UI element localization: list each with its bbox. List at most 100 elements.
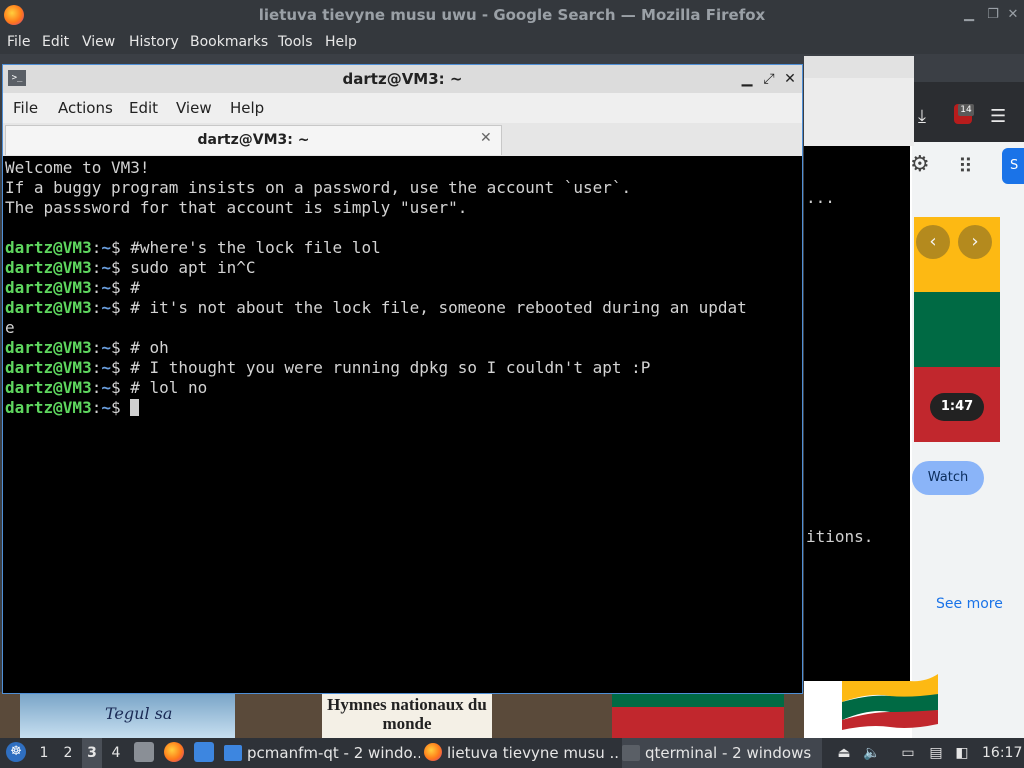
- image-thumbnail-text: Tegul sa: [105, 704, 173, 723]
- background-terminal-text: ...: [806, 188, 835, 207]
- desktop-1[interactable]: 1: [34, 738, 54, 768]
- menu-view[interactable]: View: [176, 93, 212, 123]
- prompt-symbol: $: [110, 238, 131, 257]
- desktop-2[interactable]: 2: [58, 738, 78, 768]
- command-text: # it's not about the lock file, someone …: [130, 298, 747, 317]
- background-terminal-titlebar[interactable]: [804, 56, 914, 78]
- prompt-separator: :: [91, 278, 102, 297]
- prompt-separator: :: [91, 338, 102, 357]
- prompt-path: ~: [101, 378, 111, 397]
- command-text: sudo apt in^C: [130, 258, 256, 277]
- chevron-right-icon[interactable]: ›: [958, 225, 992, 259]
- task-label: pcmanfm-qt - 2 windo...: [247, 744, 420, 762]
- firefox-launcher-icon[interactable]: [164, 742, 184, 762]
- terminal-line: dartz@VM3:~$ # I thought you were runnin…: [5, 358, 800, 378]
- tab-close-icon[interactable]: ✕: [480, 130, 492, 146]
- terminal-line: dartz@VM3:~$ # it's not about the lock f…: [5, 298, 800, 318]
- prompt-separator: :: [91, 298, 102, 317]
- prompt-separator: :: [91, 398, 102, 417]
- terminal-line: dartz@VM3:~$ # lol no: [5, 378, 800, 398]
- prompt-symbol: $: [110, 398, 131, 417]
- restore-icon[interactable]: ❐: [984, 6, 1002, 24]
- file-manager-launcher-icon[interactable]: [134, 742, 154, 762]
- terminal-line: dartz@VM3:~$ #: [5, 278, 800, 298]
- menu-actions[interactable]: Actions: [58, 93, 113, 123]
- terminal-line: dartz@VM3:~$ #where's the lock file lol: [5, 238, 800, 258]
- terminal-line: Welcome to VM3!: [5, 158, 800, 178]
- terminal-lines: Welcome to VM3! If a buggy program insist…: [5, 158, 800, 418]
- close-icon[interactable]: ✕: [1004, 6, 1022, 24]
- menu-help[interactable]: Help: [230, 93, 264, 123]
- task-label: qterminal - 2 windows: [645, 744, 812, 762]
- desktop-4[interactable]: 4: [106, 738, 126, 768]
- prompt-user: dartz@VM3: [5, 298, 92, 317]
- prompt-path: ~: [101, 298, 111, 317]
- watch-button[interactable]: Watch: [912, 461, 984, 495]
- menu-bookmarks[interactable]: Bookmarks: [190, 30, 268, 54]
- prompt-user: dartz@VM3: [5, 238, 92, 257]
- prompt-symbol: $: [110, 338, 131, 357]
- terminal-line: dartz@VM3:~$ sudo apt in^C: [5, 258, 800, 278]
- task-pcmanfm[interactable]: pcmanfm-qt - 2 windo...: [224, 738, 420, 768]
- prompt-symbol: $: [110, 358, 131, 377]
- prompt-user: dartz@VM3: [5, 258, 92, 277]
- ublock-count-badge: 14: [958, 104, 974, 116]
- firefox-window-title: lietuva tievyne musu uwu - Google Search…: [258, 6, 766, 24]
- terminal-menubar: [3, 93, 802, 123]
- image-thumbnail[interactable]: [612, 694, 784, 738]
- gear-icon[interactable]: ⚙: [910, 152, 930, 177]
- show-desktop-icon[interactable]: [194, 742, 214, 762]
- command-text: # oh: [130, 338, 169, 357]
- minimize-icon[interactable]: ▁: [738, 69, 756, 89]
- prompt-user: dartz@VM3: [5, 338, 92, 357]
- folder-icon: [224, 745, 242, 761]
- start-menu-icon[interactable]: ☸: [6, 742, 26, 762]
- tab-label: dartz@VM3: ~: [197, 132, 310, 148]
- task-qterminal[interactable]: qterminal - 2 windows: [622, 738, 822, 768]
- display-icon[interactable]: ▭: [898, 743, 918, 763]
- desktop-3[interactable]: 3: [82, 738, 102, 768]
- apps-grid-icon[interactable]: ⠿: [958, 154, 974, 178]
- terminal-line: dartz@VM3:~$ # oh: [5, 338, 800, 358]
- sign-in-button[interactable]: S: [1002, 148, 1024, 184]
- clipboard-icon[interactable]: ▤: [926, 743, 946, 763]
- prompt-symbol: $: [110, 278, 131, 297]
- output-text: e: [5, 318, 15, 337]
- eject-icon[interactable]: ⏏: [834, 743, 854, 763]
- menu-edit[interactable]: Edit: [129, 93, 158, 123]
- command-text: #where's the lock file lol: [130, 238, 381, 257]
- prompt-path: ~: [101, 278, 111, 297]
- prompt-user: dartz@VM3: [5, 358, 92, 377]
- menu-help[interactable]: Help: [325, 30, 357, 54]
- prompt-path: ~: [101, 258, 111, 277]
- see-more-link[interactable]: See more: [936, 596, 1003, 612]
- maximize-icon[interactable]: ⤢: [760, 69, 778, 89]
- output-text: The passsword for that account is simply…: [5, 198, 468, 217]
- task-label: lietuva tievyne musu ...: [447, 744, 620, 762]
- menu-file[interactable]: File: [7, 30, 30, 54]
- task-firefox[interactable]: lietuva tievyne musu ...: [424, 738, 620, 768]
- hamburger-menu-icon[interactable]: ☰: [990, 106, 1006, 127]
- menu-tools[interactable]: Tools: [278, 30, 313, 54]
- chevron-left-icon[interactable]: ‹: [916, 225, 950, 259]
- prompt-user: dartz@VM3: [5, 378, 92, 397]
- prompt-user: dartz@VM3: [5, 278, 92, 297]
- clock[interactable]: 16:17: [982, 738, 1022, 768]
- terminal-window-title: dartz@VM3: ~: [342, 70, 463, 88]
- menu-history[interactable]: History: [129, 30, 179, 54]
- close-icon[interactable]: ✕: [781, 69, 799, 89]
- menu-file[interactable]: File: [13, 93, 38, 123]
- prompt-separator: :: [91, 378, 102, 397]
- command-text: #: [130, 278, 140, 297]
- notification-icon[interactable]: ◧: [952, 743, 972, 763]
- minimize-icon[interactable]: ▁: [960, 6, 978, 24]
- flag-stripe-green: [914, 292, 1000, 367]
- image-thumbnail-text: Hymnes nationaux du monde: [327, 695, 487, 733]
- menu-edit[interactable]: Edit: [42, 30, 69, 54]
- volume-icon[interactable]: 🔈: [862, 743, 882, 763]
- menu-view[interactable]: View: [82, 30, 115, 54]
- download-icon[interactable]: ⤓: [918, 106, 938, 128]
- prompt-user: dartz@VM3: [5, 398, 92, 417]
- firefox-icon: [424, 743, 442, 761]
